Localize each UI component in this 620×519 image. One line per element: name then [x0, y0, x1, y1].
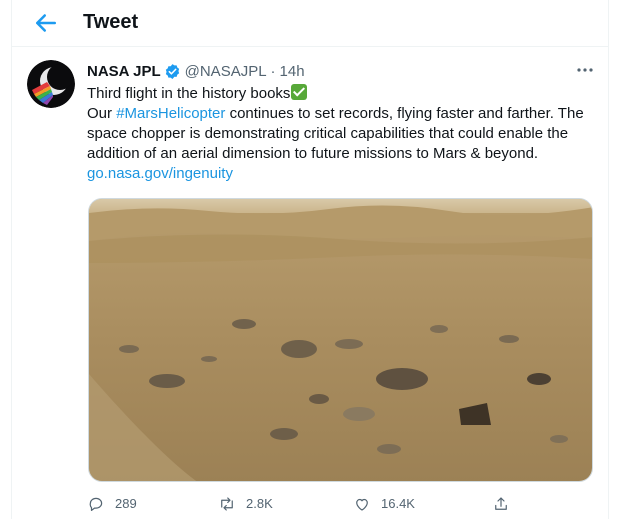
url-link[interactable]: go.nasa.gov/ingenuity — [87, 165, 233, 182]
tweet-link-line: go.nasa.gov/ingenuity — [87, 164, 597, 184]
like-button[interactable]: 16.4K — [353, 494, 415, 514]
check-mark-icon — [291, 84, 308, 100]
tweet-line-1: Third flight in the history books — [87, 84, 597, 104]
header-bar: Tweet — [11, 0, 609, 47]
tweet-media-image[interactable] — [88, 198, 593, 482]
share-button[interactable] — [492, 494, 520, 514]
page-title: Tweet — [83, 11, 139, 33]
reply-button[interactable]: 289 — [87, 494, 137, 514]
author-handle[interactable]: @NASAJPL — [185, 63, 267, 80]
tweet-headline: Third flight in the history books — [87, 85, 291, 102]
reply-count: 289 — [115, 496, 137, 511]
heart-icon — [356, 498, 368, 511]
tweet-body-prefix: Our — [87, 105, 117, 122]
verified-badge-icon — [165, 63, 179, 79]
back-arrow-icon — [36, 14, 56, 32]
like-count: 16.4K — [381, 496, 415, 511]
more-dots-icon — [577, 68, 593, 72]
tweet-actions-bar: 289 2.8K 16.4K — [87, 494, 517, 514]
reply-bubble-icon — [89, 497, 103, 511]
mars-surface-photo — [89, 199, 592, 481]
nasa-jpl-logo-icon — [27, 60, 75, 108]
author-name[interactable]: NASA JPL — [87, 63, 161, 80]
hashtag-link[interactable]: #MarsHelicopter — [116, 105, 225, 122]
meta-separator: · — [270, 62, 276, 80]
more-options-button[interactable] — [574, 60, 596, 80]
tweet-text: Third flight in the history books Our #M… — [87, 84, 597, 184]
avatar[interactable] — [27, 60, 75, 108]
tweet-body: Our #MarsHelicopter continues to set rec… — [87, 104, 597, 164]
tweet-author-row: NASA JPL @NASAJPL · 14h — [87, 61, 305, 81]
tweet-timestamp[interactable]: 14h — [280, 63, 305, 80]
retweet-icon — [221, 497, 233, 511]
retweet-button[interactable]: 2.8K — [218, 494, 273, 514]
retweet-count: 2.8K — [246, 496, 273, 511]
back-arrow-button[interactable] — [31, 8, 61, 38]
share-icon — [495, 497, 507, 510]
